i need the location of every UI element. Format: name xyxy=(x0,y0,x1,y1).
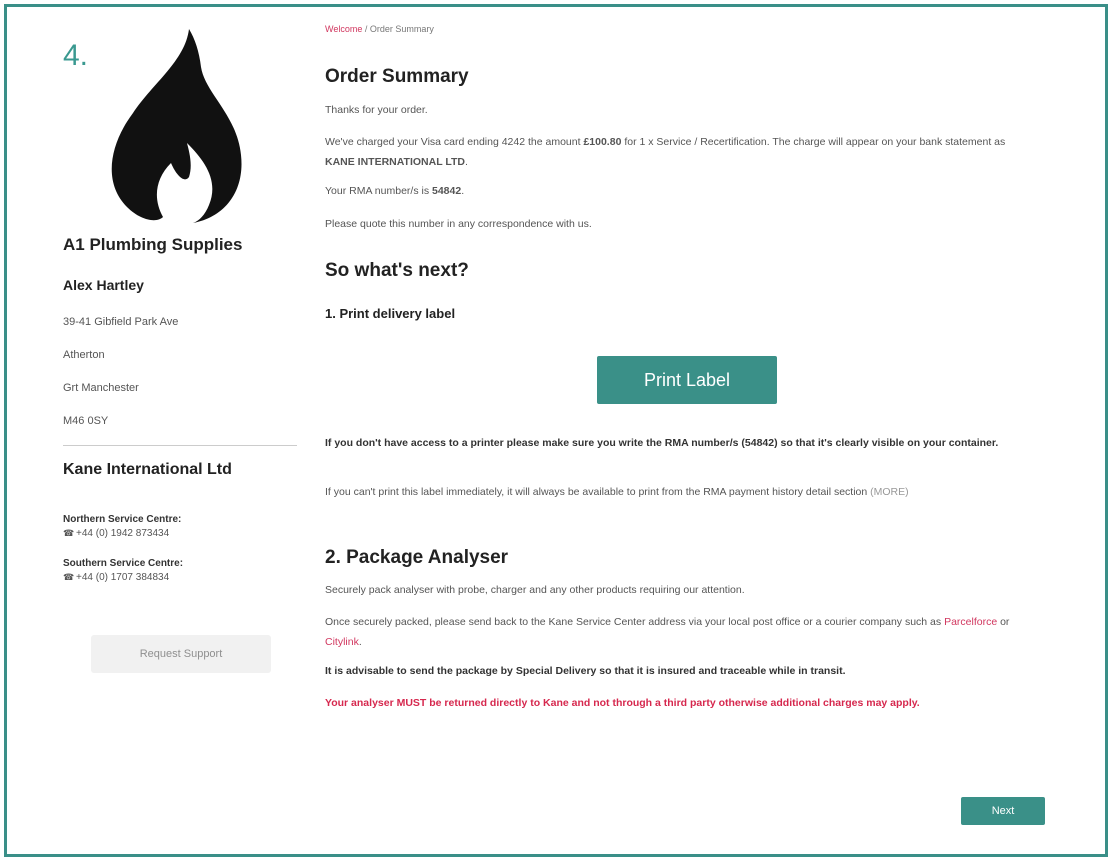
charge-text-end: . xyxy=(465,156,468,168)
flame-icon xyxy=(111,29,242,223)
charge-text-start: We've charged your Visa card ending 4242… xyxy=(325,136,584,148)
charge-text-middle: for 1 x Service / Recertification. The c… xyxy=(621,136,1006,148)
thanks-text: Thanks for your order. xyxy=(325,104,428,116)
statement-name: KANE INTERNATIONAL LTD xyxy=(325,156,465,168)
address-line: M46 0SY xyxy=(63,415,109,427)
print-label-subtitle: 1. Print delivery label xyxy=(325,306,456,321)
phone-icon: ☎ xyxy=(63,528,75,538)
phone-icon: ☎ xyxy=(63,572,75,582)
breadcrumb-welcome-link[interactable]: Welcome xyxy=(325,24,362,34)
breadcrumb-current: Order Summary xyxy=(369,24,434,34)
sidebar-divider xyxy=(63,445,297,446)
courier-or: or xyxy=(997,616,1010,628)
charge-amount: £100.80 xyxy=(583,136,622,148)
once-packed-text-start: Once securely packed, please send back t… xyxy=(325,616,945,628)
next-steps-title: So what's next? xyxy=(325,260,469,281)
rma-number: 54842 xyxy=(432,185,462,197)
no-printer-text: If you don't have access to a printer pl… xyxy=(325,437,999,449)
northern-centre-label: Northern Service Centre: xyxy=(63,514,182,525)
once-packed-text-end: . xyxy=(358,636,362,648)
step-number: 4. xyxy=(63,39,89,72)
cant-print-text: If you can't print this label immediatel… xyxy=(325,482,1030,502)
rma-text-end: . xyxy=(461,185,465,197)
southern-centre-phone: ☎ +44 (0) 1707 384834 xyxy=(63,572,169,583)
northern-phone-number: +44 (0) 1942 873434 xyxy=(76,528,170,539)
kane-title: Kane International Ltd xyxy=(63,461,232,478)
more-link[interactable]: (MORE) xyxy=(870,486,909,498)
charge-text: We've charged your Visa card ending 4242… xyxy=(325,132,1030,172)
advisable-text: It is advisable to send the package by S… xyxy=(325,665,846,677)
breadcrumb: Welcome / Order Summary xyxy=(325,24,434,34)
cant-print-text-start: If you can't print this label immediatel… xyxy=(325,486,871,498)
next-button[interactable]: Next xyxy=(961,797,1045,825)
southern-phone-number: +44 (0) 1707 384834 xyxy=(76,572,170,583)
address-line: Atherton xyxy=(63,349,105,361)
southern-centre-label: Southern Service Centre: xyxy=(63,558,184,569)
address-line: Grt Manchester xyxy=(63,382,139,394)
package-analyser-title: 2. Package Analyser xyxy=(325,547,509,568)
rma-text: Your RMA number/s is 54842. xyxy=(325,181,1030,201)
quote-text: Please quote this number in any correspo… xyxy=(325,218,592,230)
courier-link-citylink[interactable]: Citylink xyxy=(325,636,359,648)
page-frame: 4. A1 Plumbing Supplies Alex Hartley 39-… xyxy=(4,4,1108,857)
northern-centre-phone: ☎ +44 (0) 1942 873434 xyxy=(63,528,169,539)
courier-link-parcelforce[interactable]: Parcelforce xyxy=(944,616,997,628)
company-name: A1 Plumbing Supplies xyxy=(63,235,243,254)
once-packed-text: Once securely packed, please send back t… xyxy=(325,612,1030,652)
warning-text: Your analyser MUST be returned directly … xyxy=(325,697,920,709)
sidebar: 4. A1 Plumbing Supplies Alex Hartley 39-… xyxy=(33,7,297,853)
main-content: Welcome / Order Summary Order Summary Th… xyxy=(325,7,1045,853)
address-line: 39-41 Gibfield Park Ave xyxy=(63,316,179,328)
request-support-button[interactable]: Request Support xyxy=(91,635,271,673)
page-title: Order Summary xyxy=(325,66,469,87)
contact-name: Alex Hartley xyxy=(63,277,144,293)
breadcrumb-separator: / xyxy=(362,24,370,34)
secure-pack-text: Securely pack analyser with probe, charg… xyxy=(325,584,745,596)
rma-text-start: Your RMA number/s is xyxy=(325,185,432,197)
print-label-button[interactable]: Print Label xyxy=(597,356,777,404)
